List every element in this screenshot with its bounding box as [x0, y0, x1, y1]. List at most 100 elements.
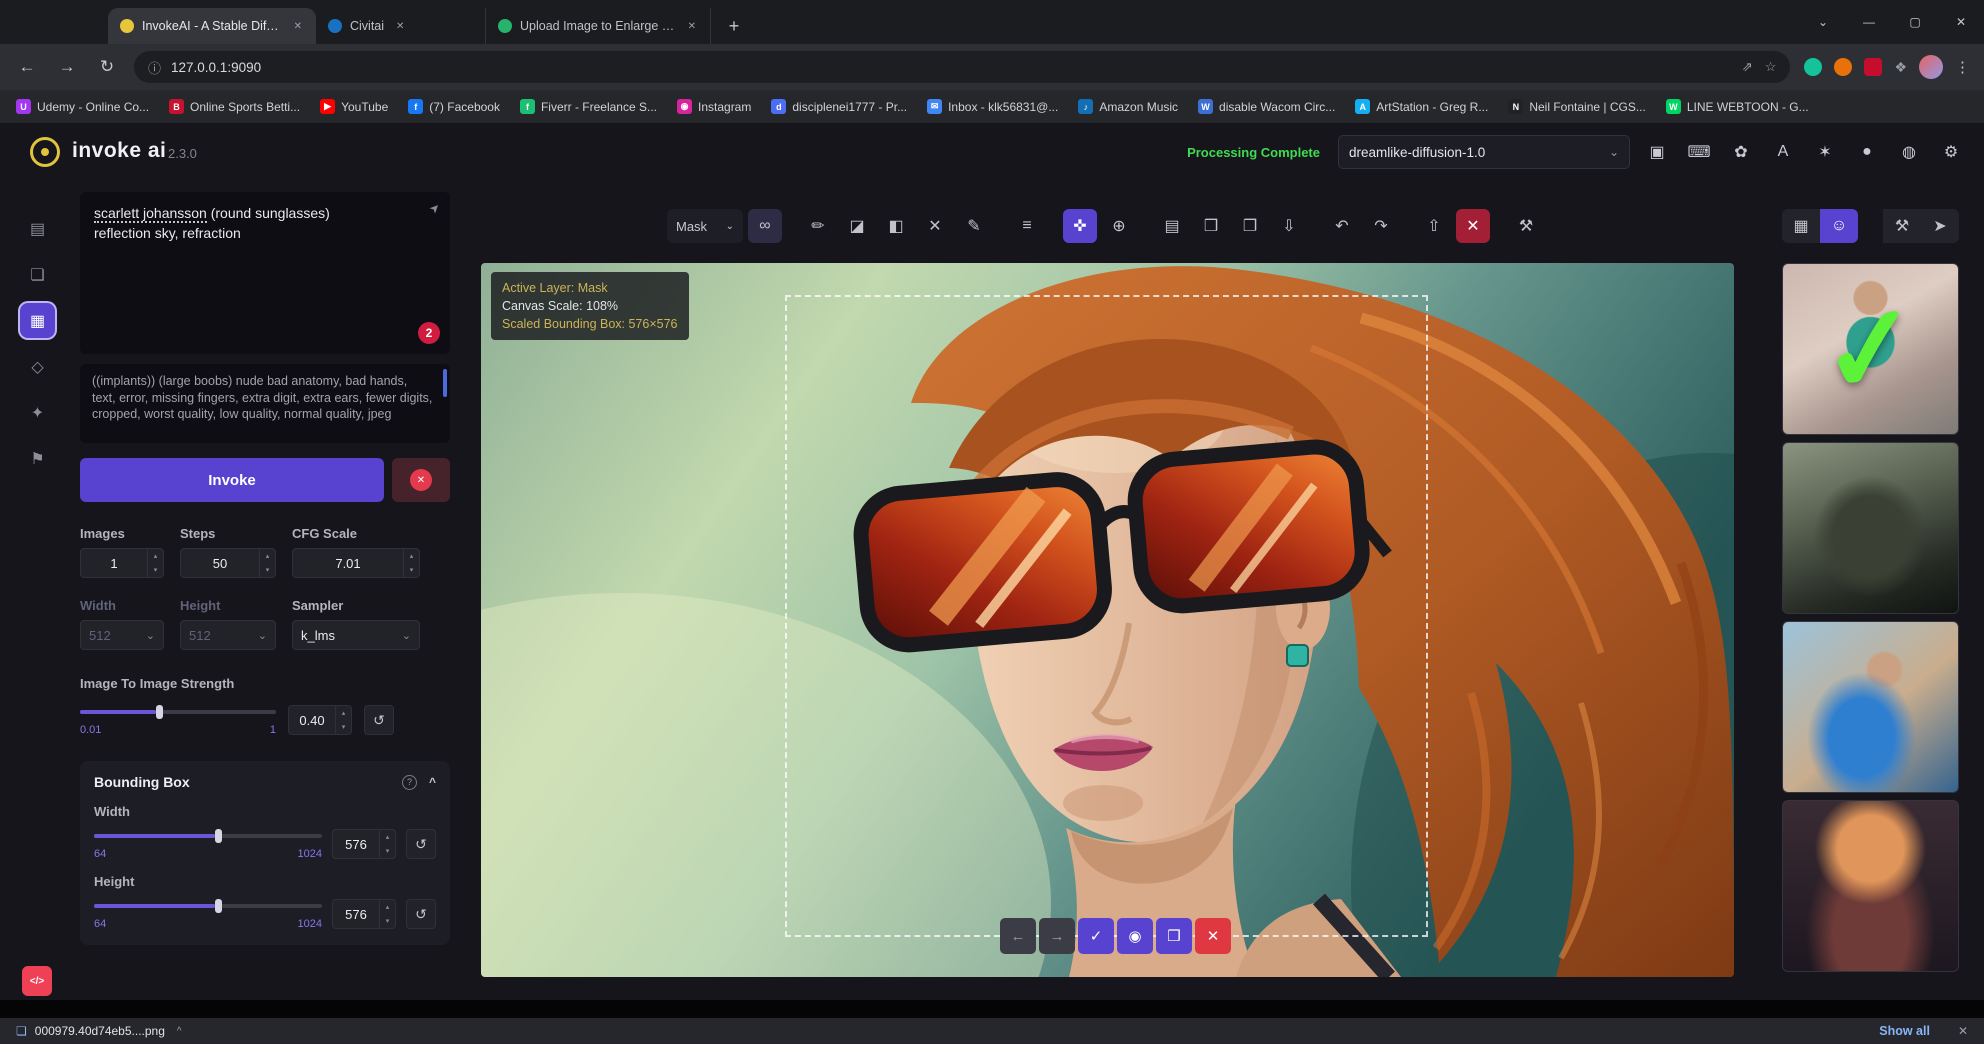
accept-image-button[interactable]: ✓: [1078, 918, 1114, 954]
reload-button[interactable]: ↻: [94, 57, 120, 77]
extension-icon-green[interactable]: [1804, 58, 1822, 76]
gallery-thumbnail-selected[interactable]: ✓: [1782, 263, 1959, 435]
bbox-width-slider[interactable]: [94, 829, 322, 843]
show-all-downloads-link[interactable]: Show all: [1879, 1024, 1930, 1038]
bookmark-star-icon[interactable]: ☆: [1765, 59, 1777, 75]
color-picker-button[interactable]: ✎: [957, 209, 991, 243]
toggle-preview-button[interactable]: ◉: [1117, 918, 1153, 954]
img2img-strength-slider[interactable]: [80, 705, 276, 719]
layer-select[interactable]: Mask ⌄: [667, 209, 743, 243]
site-info-icon[interactable]: ⓘ: [148, 58, 161, 77]
slider-handle[interactable]: [215, 829, 222, 843]
upload-button[interactable]: ⇧: [1417, 209, 1451, 243]
console-toggle-button[interactable]: </>: [22, 966, 52, 996]
bookmark-fiverr[interactable]: fFiverr - Freelance S...: [520, 99, 657, 114]
bbox-width-reset-button[interactable]: ↺: [406, 829, 436, 859]
minimize-button[interactable]: —: [1846, 15, 1892, 29]
merge-layers-button[interactable]: ▤: [1155, 209, 1189, 243]
bookmark-sports[interactable]: BOnline Sports Betti...: [169, 99, 300, 114]
slider-handle[interactable]: [156, 705, 163, 719]
discord-button[interactable]: ◍: [1894, 137, 1924, 167]
stepper-down-icon[interactable]: ▾: [148, 563, 163, 577]
redo-button[interactable]: ↷: [1364, 209, 1398, 243]
tab-text-to-image[interactable]: ▤: [20, 211, 55, 246]
tab-close-icon[interactable]: ✕: [684, 19, 700, 34]
stepper-up-icon[interactable]: ▴: [260, 549, 275, 563]
gallery-thumbnail[interactable]: [1782, 800, 1959, 972]
preserve-mask-button[interactable]: ∞: [748, 209, 782, 243]
discard-image-button[interactable]: ✕: [1195, 918, 1231, 954]
bounding-box-selection[interactable]: [785, 295, 1428, 937]
stepper-down-icon[interactable]: ▾: [404, 563, 419, 577]
bookmark-inbox[interactable]: ✉Inbox - klk56831@...: [927, 99, 1058, 114]
clear-canvas-button[interactable]: ✕: [1456, 209, 1490, 243]
stepper-down-icon[interactable]: ▾: [336, 720, 351, 734]
canvas-settings-button[interactable]: ⚒: [1509, 209, 1543, 243]
download-image-button[interactable]: ⇩: [1272, 209, 1306, 243]
browser-tab-civitai[interactable]: Civitai ✕: [316, 8, 486, 44]
profile-avatar[interactable]: [1919, 55, 1943, 79]
forward-button[interactable]: →: [54, 57, 80, 77]
strength-reset-button[interactable]: ↺: [364, 705, 394, 735]
height-select[interactable]: 512 ⌄: [180, 620, 276, 650]
width-select[interactable]: 512 ⌄: [80, 620, 164, 650]
browser-menu-icon[interactable]: ⋮: [1955, 58, 1970, 76]
pin-gallery-button[interactable]: ➤: [1921, 209, 1959, 243]
new-tab-button[interactable]: +: [719, 11, 749, 41]
tab-unified-canvas[interactable]: ▦: [20, 303, 55, 338]
report-bug-button[interactable]: ✶: [1810, 137, 1840, 167]
stepper-up-icon[interactable]: ▴: [380, 830, 395, 844]
model-select[interactable]: dreamlike-diffusion-1.0 ⌄: [1338, 135, 1630, 169]
stepper-up-icon[interactable]: ▴: [148, 549, 163, 563]
tab-search-icon[interactable]: ⌄: [1800, 15, 1846, 29]
share-icon[interactable]: ⇗: [1742, 59, 1753, 75]
images-input[interactable]: 1 ▴ ▾: [80, 548, 164, 578]
model-manager-button[interactable]: ▣: [1642, 137, 1672, 167]
stepper-up-icon[interactable]: ▴: [404, 549, 419, 563]
back-button[interactable]: ←: [14, 57, 40, 77]
scrollbar-thumb[interactable]: [443, 369, 447, 397]
gallery-results-button[interactable]: ☺: [1820, 209, 1858, 243]
stepper-down-icon[interactable]: ▾: [380, 914, 395, 928]
fill-tool-button[interactable]: ◧: [879, 209, 913, 243]
settings-button[interactable]: ⚙: [1936, 137, 1966, 167]
cfg-scale-input[interactable]: 7.01 ▴ ▾: [292, 548, 420, 578]
download-expand-icon[interactable]: ^: [177, 1026, 182, 1037]
reset-view-button[interactable]: ⊕: [1102, 209, 1136, 243]
theme-button[interactable]: ✿: [1726, 137, 1756, 167]
help-icon[interactable]: ?: [402, 775, 417, 790]
close-window-button[interactable]: ✕: [1938, 15, 1984, 29]
gallery-settings-button[interactable]: ⚒: [1883, 209, 1921, 243]
maximize-button[interactable]: ▢: [1892, 15, 1938, 29]
previous-image-button[interactable]: ←: [1000, 918, 1036, 954]
stepper-down-icon[interactable]: ▾: [380, 844, 395, 858]
cancel-button[interactable]: ✕: [392, 458, 450, 502]
language-button[interactable]: A: [1768, 137, 1798, 167]
browser-tab-invokeai[interactable]: InvokeAI - A Stable Diffusion Too... ✕: [108, 8, 316, 44]
bbox-height-reset-button[interactable]: ↺: [406, 899, 436, 929]
bookmark-artstation[interactable]: AArtStation - Greg R...: [1355, 99, 1488, 114]
stepper-up-icon[interactable]: ▴: [336, 706, 351, 720]
bookmark-facebook[interactable]: f(7) Facebook: [408, 99, 500, 114]
github-button[interactable]: ●: [1852, 137, 1882, 167]
stepper-up-icon[interactable]: ▴: [380, 900, 395, 914]
slider-handle[interactable]: [215, 899, 222, 913]
tab-close-icon[interactable]: ✕: [392, 19, 408, 34]
browser-tab-upload[interactable]: Upload Image to Enlarge & Enha... ✕: [486, 8, 711, 44]
clear-mask-button[interactable]: ✕: [918, 209, 952, 243]
copy-to-clipboard-button[interactable]: ❐: [1233, 209, 1267, 243]
bbox-height-slider[interactable]: [94, 899, 322, 913]
bookmark-wacom[interactable]: Wdisable Wacom Circ...: [1198, 99, 1335, 114]
brush-tool-button[interactable]: ✏: [801, 209, 835, 243]
unified-canvas[interactable]: Active Layer: Mask Canvas Scale: 108% Sc…: [481, 263, 1734, 977]
address-bar[interactable]: ⓘ 127.0.0.1:9090 ⇗ ☆: [134, 51, 1790, 83]
move-tool-button[interactable]: ✜: [1063, 209, 1097, 243]
bbox-height-input[interactable]: 576 ▴ ▾: [332, 899, 396, 929]
extension-icon-orange[interactable]: [1834, 58, 1852, 76]
bookmark-neil-fontaine[interactable]: NNeil Fontaine | CGS...: [1508, 99, 1646, 114]
bookmark-amazon-music[interactable]: ♪Amazon Music: [1078, 99, 1178, 114]
undo-button[interactable]: ↶: [1325, 209, 1359, 243]
tab-image-to-image[interactable]: ❏: [20, 257, 55, 292]
tab-nodes[interactable]: ◇: [20, 349, 55, 384]
bookmark-webtoon[interactable]: WLINE WEBTOON - G...: [1666, 99, 1809, 114]
